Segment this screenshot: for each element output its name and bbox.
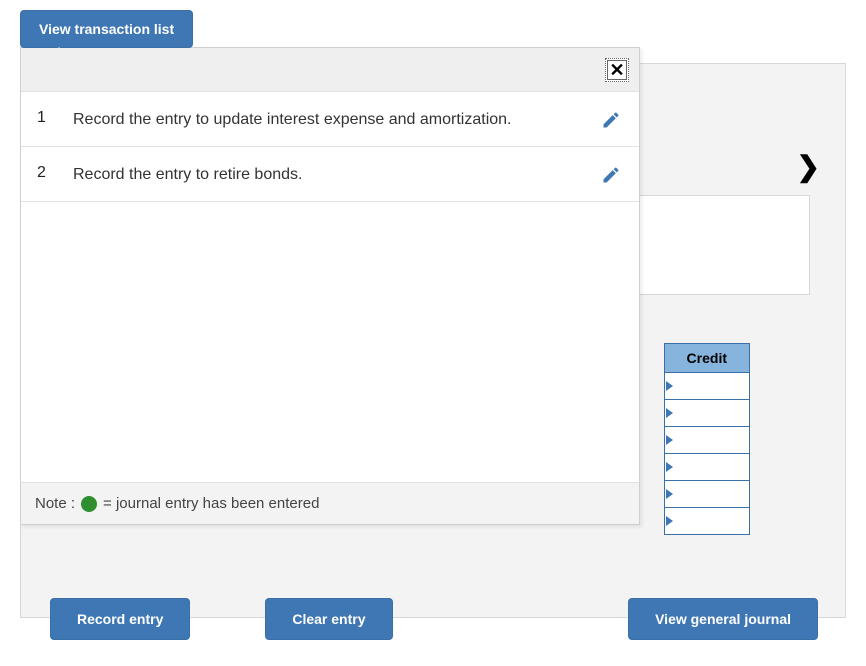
dropdown-triangle-icon: [666, 435, 673, 445]
credit-cell[interactable]: [664, 454, 749, 481]
note-prefix: Note :: [35, 495, 75, 512]
dropdown-triangle-icon: [666, 408, 673, 418]
note-suffix: = journal entry has been entered: [103, 495, 319, 512]
credit-cell[interactable]: [664, 373, 749, 400]
transaction-row[interactable]: 2Record the entry to retire bonds.: [21, 147, 639, 202]
transaction-number: 2: [37, 164, 61, 182]
view-general-journal-button[interactable]: View general journal: [628, 598, 818, 640]
transaction-number: 1: [37, 109, 61, 127]
credit-cell[interactable]: [664, 427, 749, 454]
dropdown-triangle-icon: [666, 381, 673, 391]
action-button-bar: Record entry Clear entry View general jo…: [20, 597, 846, 641]
transaction-text: Record the entry to update interest expe…: [61, 108, 601, 132]
credit-cell[interactable]: [664, 481, 749, 508]
pencil-icon[interactable]: [601, 110, 621, 130]
transaction-row[interactable]: 1Record the entry to update interest exp…: [21, 92, 639, 147]
close-icon[interactable]: ✕: [605, 58, 629, 82]
credit-header: Credit: [664, 344, 749, 373]
transaction-list-popup: ✕ 1Record the entry to update interest e…: [20, 47, 640, 525]
view-transaction-list-button[interactable]: View transaction list: [20, 10, 193, 48]
popup-header: ✕: [21, 48, 639, 92]
clear-entry-button[interactable]: Clear entry: [265, 598, 392, 640]
dropdown-triangle-icon: [666, 516, 673, 526]
record-entry-button[interactable]: Record entry: [50, 598, 190, 640]
next-chevron-icon[interactable]: ❯: [797, 150, 820, 183]
dropdown-triangle-icon: [666, 462, 673, 472]
pencil-icon[interactable]: [601, 165, 621, 185]
transaction-text: Record the entry to retire bonds.: [61, 163, 601, 187]
entered-indicator-icon: [81, 496, 97, 512]
credit-cell[interactable]: [664, 400, 749, 427]
dropdown-triangle-icon: [666, 489, 673, 499]
popup-note: Note : = journal entry has been entered: [21, 482, 639, 524]
transaction-list: 1Record the entry to update interest exp…: [21, 92, 639, 482]
journal-credit-column: Credit: [664, 343, 750, 535]
credit-cell[interactable]: [664, 508, 749, 535]
